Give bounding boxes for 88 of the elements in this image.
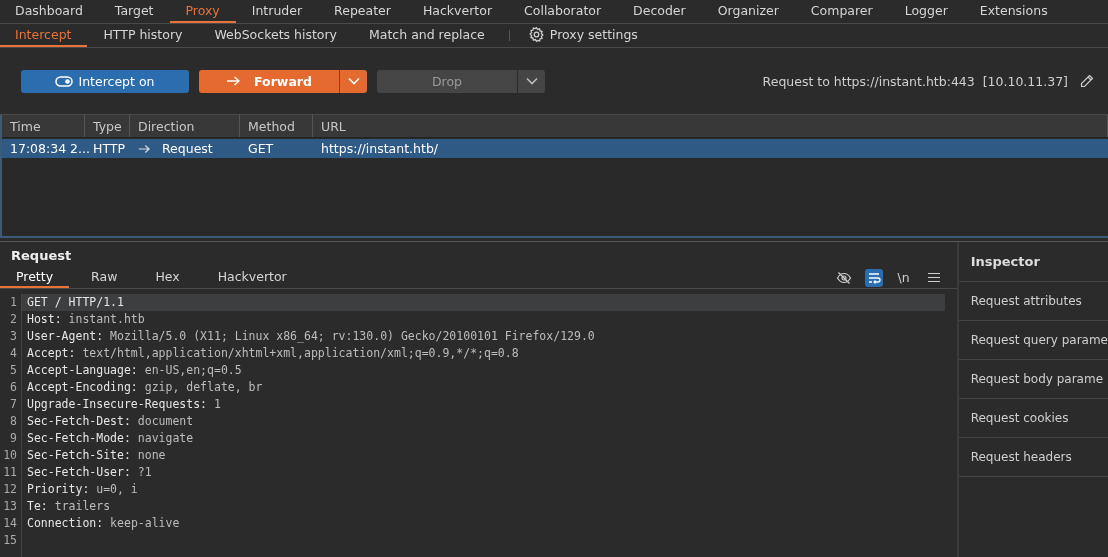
header-name: User-Agent: xyxy=(27,329,104,343)
main-tab[interactable]: Dashboard xyxy=(0,0,99,23)
table-cell-text: GET xyxy=(247,140,275,158)
table-row[interactable]: 17:08:34 2... HTTP Request GET https://instant.htb/ xyxy=(2,139,1108,158)
editor-tab[interactable]: Hackvertor xyxy=(201,267,303,288)
panel-title: Request xyxy=(10,247,73,265)
main-tab[interactable]: Intruder xyxy=(235,0,319,23)
request-target: Request to https://instant.htb:443 [10.10.11.37] xyxy=(762,73,1068,89)
editor-tab[interactable]: Hex xyxy=(139,267,196,288)
line-number: 9 xyxy=(0,430,22,447)
line-number: 2 xyxy=(0,311,22,328)
main-tab[interactable]: Collaborator xyxy=(508,0,618,23)
header-value: navigate xyxy=(137,431,194,445)
main-tab[interactable]: Logger xyxy=(888,0,964,23)
main-tab[interactable]: Decoder xyxy=(617,0,702,23)
line-number: 6 xyxy=(0,379,22,396)
main-tab[interactable]: Comparer xyxy=(794,0,889,23)
main-tab[interactable]: Extensions xyxy=(963,0,1064,23)
header-name: Upgrade-Insecure-Requests: xyxy=(27,397,207,411)
table-cell-text: https://instant.htb/ xyxy=(320,140,440,158)
line-number: 10 xyxy=(0,447,22,464)
inspector-section[interactable]: Request query parame xyxy=(958,321,1108,360)
arrow-right-icon xyxy=(226,76,241,86)
header-value: 1 xyxy=(213,397,221,411)
table-cell: Request xyxy=(162,141,213,156)
header-value: en-US,en;q=0.5 xyxy=(144,363,242,377)
header-value: gzip, deflate, br xyxy=(144,380,263,394)
header-name: Connection: xyxy=(27,516,104,530)
line-number: 11 xyxy=(0,464,22,481)
header-value: text/html,application/xhtml+xml,application/xml;q=0.9,*/*;q=0.8 xyxy=(82,346,519,360)
header-value: document xyxy=(137,414,194,428)
pencil-icon[interactable] xyxy=(1080,74,1094,88)
header-name: Te: xyxy=(27,499,48,513)
main-tab[interactable]: Organizer xyxy=(701,0,795,23)
header-name: Accept-Encoding: xyxy=(27,380,138,394)
arrow-right-icon xyxy=(138,143,150,154)
main-tab[interactable]: Target xyxy=(98,0,170,23)
line-number: 12 xyxy=(0,481,22,498)
proxy-settings-button[interactable]: Proxy settings xyxy=(519,24,646,47)
toggle-icon xyxy=(55,75,74,87)
caret-icon xyxy=(525,77,538,85)
column-header[interactable]: Time xyxy=(2,115,85,137)
column-header[interactable]: Type xyxy=(85,115,130,137)
caret-icon xyxy=(347,77,360,85)
sub-tab[interactable]: HTTP history xyxy=(87,24,199,47)
line-number: 3 xyxy=(0,328,22,345)
intercept-toggle[interactable]: Intercept on xyxy=(21,69,189,93)
header-name: Sec-Fetch-Dest: xyxy=(27,414,131,428)
header-value: trailers xyxy=(54,499,111,513)
main-tab[interactable]: Repeater xyxy=(318,0,407,23)
header-value: ?1 xyxy=(137,465,152,479)
inspector-section[interactable]: Request cookies xyxy=(958,399,1108,438)
editor-tab[interactable]: Pretty xyxy=(0,267,70,288)
line-number: 7 xyxy=(0,396,22,413)
header-name: Priority: xyxy=(27,482,90,496)
column-header[interactable]: URL xyxy=(313,115,1108,137)
column-header[interactable]: Direction xyxy=(130,115,240,137)
line-number: 15 xyxy=(0,532,22,549)
line-number: 5 xyxy=(0,362,22,379)
inspector-section[interactable]: Request attributes xyxy=(958,282,1108,321)
newline-toggle[interactable]: \n xyxy=(894,268,913,287)
header-name: Sec-Fetch-Mode: xyxy=(27,431,131,445)
header-value: u=0, i xyxy=(96,482,138,496)
wrap-icon[interactable] xyxy=(864,268,883,287)
header-value: keep-alive xyxy=(110,516,180,530)
header-value: none xyxy=(137,448,166,462)
header-name: Accept-Language: xyxy=(27,363,138,377)
sub-tab[interactable]: Match and replace xyxy=(353,24,501,47)
header-name: Sec-Fetch-Site: xyxy=(27,448,131,462)
settings-icon xyxy=(527,26,545,43)
sub-tab[interactable]: Intercept xyxy=(0,24,88,47)
line-number: 8 xyxy=(0,413,22,430)
header-name: Sec-Fetch-User: xyxy=(27,465,131,479)
line-number: 13 xyxy=(0,498,22,515)
sub-tab[interactable]: WebSockets history xyxy=(198,24,353,47)
line-number: 4 xyxy=(0,345,22,362)
main-tab[interactable]: Proxy xyxy=(169,0,236,23)
header-name: Accept: xyxy=(27,346,76,360)
inspector-section[interactable]: Request body parame xyxy=(958,360,1108,399)
header-value: instant.htb xyxy=(68,312,145,326)
inspector-section[interactable]: Request headers xyxy=(958,438,1108,477)
line-number: 14 xyxy=(0,515,22,532)
editor-tab[interactable]: Raw xyxy=(75,267,134,288)
header-value: Mozilla/5.0 (X11; Linux x86_64; rv:130.0) Gecko/20100101 Firefox/129.0 xyxy=(110,329,595,343)
panel-title: Inspector xyxy=(958,242,1108,282)
header-name: Host: xyxy=(27,312,62,326)
main-tab[interactable]: Hackvertor xyxy=(406,0,509,23)
column-header[interactable]: Method xyxy=(240,115,313,137)
